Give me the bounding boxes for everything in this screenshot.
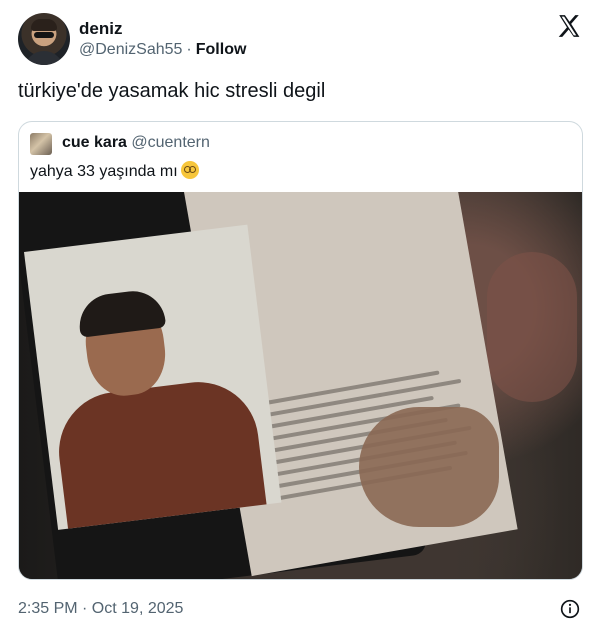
quoted-author-name[interactable]: cue kara: [62, 134, 127, 151]
quoted-author-handle[interactable]: @cuentern: [131, 134, 210, 151]
flushed-face-emoji-icon: [180, 161, 199, 179]
x-logo-icon[interactable]: [556, 13, 582, 39]
author-handle[interactable]: @DenizSah55: [79, 41, 182, 58]
quoted-tweet[interactable]: cue kara @cuentern yahya 33 yaşında mı: [18, 121, 583, 580]
follow-button[interactable]: Follow: [196, 41, 247, 58]
quoted-media-image[interactable]: [19, 192, 582, 579]
quoted-author-avatar[interactable]: [30, 133, 52, 155]
author-handle-line: @DenizSah55 · Follow: [79, 41, 246, 59]
tweet-header: deniz @DenizSah55 · Follow: [18, 13, 584, 67]
tweet-timestamp[interactable]: 2:35 PM · Oct 19, 2025: [18, 600, 183, 618]
author-avatar[interactable]: [18, 13, 70, 65]
quoted-text: yahya 33 yaşında mı: [30, 163, 178, 180]
quoted-author-line: cue kara @cuentern: [62, 134, 210, 152]
author-name[interactable]: deniz: [79, 19, 122, 39]
quoted-text-line: yahya 33 yaşında mı: [30, 161, 199, 181]
tweet-text: türkiye'de yasamak hic stresli degil: [18, 80, 326, 102]
info-icon[interactable]: [560, 599, 580, 619]
separator-dot: ·: [186, 41, 192, 58]
